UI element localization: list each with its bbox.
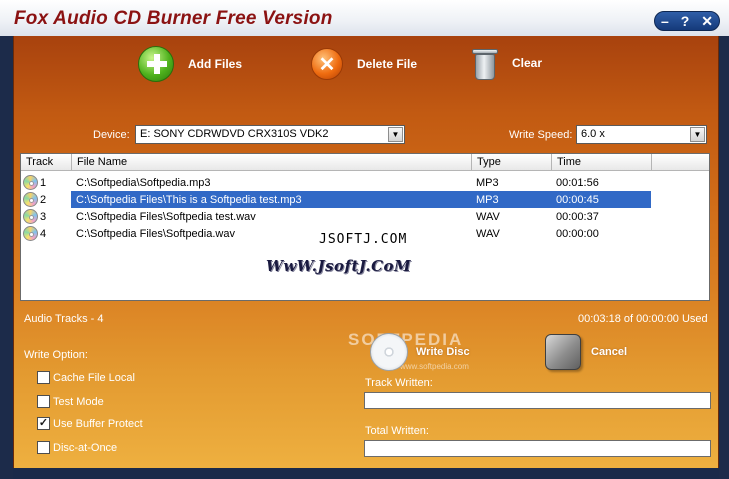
window-title: Fox Audio CD Burner Free Version (14, 8, 333, 29)
track-file-name: C:\Softpedia Files\Softpedia test.wav (76, 210, 256, 223)
track-type: MP3 (476, 193, 499, 206)
test-mode-option[interactable]: Test Mode (37, 395, 104, 408)
column-header-type[interactable]: Type (472, 154, 552, 170)
delete-icon: ✕ (311, 48, 343, 80)
write-speed-label: Write Speed: (509, 129, 573, 141)
audio-cd-icon (23, 209, 38, 224)
jsoftj-url-watermark: WwW.JsoftJ.CoM (266, 257, 412, 275)
device-value: E: SONY CDRWDVD CRX310S VDK2 (140, 128, 329, 140)
disc-icon (370, 333, 408, 371)
audio-tracks-count: Audio Tracks - 4 (24, 313, 104, 325)
track-number: 4 (40, 227, 47, 240)
use-buffer-protect-option[interactable]: ✓ Use Buffer Protect (37, 417, 143, 430)
track-list[interactable]: Track File Name Type Time 1 C:\Softpedia… (20, 153, 710, 301)
checkbox[interactable] (37, 441, 50, 454)
add-files-button[interactable]: Add Files (138, 46, 242, 82)
track-time: 00:00:37 (556, 210, 599, 223)
write-speed-value: 6.0 x (581, 128, 605, 140)
checkbox-label: Use Buffer Protect (53, 417, 143, 430)
checkbox-label: Cache File Local (53, 371, 135, 384)
help-button[interactable]: ? (681, 14, 690, 28)
write-disc-button[interactable]: Write Disc (370, 333, 470, 371)
delete-file-label: Delete File (357, 57, 418, 71)
write-disc-label: Write Disc (416, 346, 470, 358)
track-list-header: Track File Name Type Time (21, 154, 709, 171)
track-type: WAV (476, 227, 500, 240)
device-select[interactable]: E: SONY CDRWDVD CRX310S VDK2 ▼ (135, 125, 405, 144)
track-file-name: C:\Softpedia\Softpedia.mp3 (76, 176, 211, 189)
column-header-track[interactable]: Track (21, 154, 72, 170)
time-used: 00:03:18 of 00:00:00 Used (578, 313, 708, 325)
window-bottom-edge (13, 468, 719, 479)
cancel-icon (545, 334, 581, 370)
title-bar[interactable]: Fox Audio CD Burner Free Version – ? ✕ (0, 0, 729, 36)
device-label: Device: (93, 129, 130, 141)
chevron-down-icon[interactable]: ▼ (388, 127, 403, 142)
delete-file-button[interactable]: ✕ Delete File (311, 48, 417, 80)
window-controls: – ? ✕ (654, 11, 720, 31)
audio-cd-icon (23, 226, 38, 241)
track-time: 00:00:00 (556, 227, 599, 240)
track-time: 00:00:45 (556, 193, 599, 206)
track-file-name: C:\Softpedia Files\Softpedia.wav (76, 227, 235, 240)
checkbox-label: Test Mode (53, 395, 104, 408)
write-option-label: Write Option: (24, 349, 88, 361)
clear-label: Clear (512, 56, 543, 70)
close-button[interactable]: ✕ (701, 14, 713, 28)
track-number: 2 (40, 193, 47, 206)
add-icon (138, 46, 174, 82)
column-header-file-name[interactable]: File Name (72, 154, 472, 170)
add-files-label: Add Files (188, 57, 243, 71)
track-number: 1 (40, 176, 47, 189)
cache-file-local-option[interactable]: Cache File Local (37, 371, 135, 384)
track-type: MP3 (476, 176, 499, 189)
minimize-button[interactable]: – (661, 14, 669, 28)
checkbox[interactable] (37, 371, 50, 384)
checkbox-checked[interactable]: ✓ (37, 417, 50, 430)
audio-cd-icon (23, 175, 38, 190)
track-file-name: C:\Softpedia Files\This is a Softpedia t… (76, 193, 302, 206)
cancel-label: Cancel (591, 346, 628, 358)
total-written-progress (364, 440, 711, 457)
total-written-label: Total Written: (365, 425, 429, 437)
track-number: 3 (40, 210, 47, 223)
track-type: WAV (476, 210, 500, 223)
checkbox-label: Disc-at-Once (53, 441, 118, 454)
table-row-selected[interactable]: 2 C:\Softpedia Files\This is a Softpedia… (21, 191, 709, 208)
audio-cd-icon (23, 192, 38, 207)
jsoftj-watermark: JSOFTJ.COM (319, 232, 408, 247)
trash-bin-icon (472, 45, 498, 81)
track-time: 00:01:56 (556, 176, 599, 189)
table-row[interactable]: 1 C:\Softpedia\Softpedia.mp3 MP3 00:01:5… (21, 174, 709, 191)
chevron-down-icon[interactable]: ▼ (690, 127, 705, 142)
cancel-button[interactable]: Cancel (545, 334, 627, 370)
clear-button[interactable]: Clear (472, 45, 542, 81)
table-row[interactable]: 3 C:\Softpedia Files\Softpedia test.wav … (21, 208, 709, 225)
checkbox[interactable] (37, 395, 50, 408)
disc-at-once-option[interactable]: Disc-at-Once (37, 441, 117, 454)
app-window: Fox Audio CD Burner Free Version – ? ✕ A… (0, 0, 729, 479)
track-written-label: Track Written: (365, 377, 433, 389)
track-written-progress (364, 392, 711, 409)
column-header-time[interactable]: Time (552, 154, 652, 170)
write-speed-select[interactable]: 6.0 x ▼ (576, 125, 707, 144)
